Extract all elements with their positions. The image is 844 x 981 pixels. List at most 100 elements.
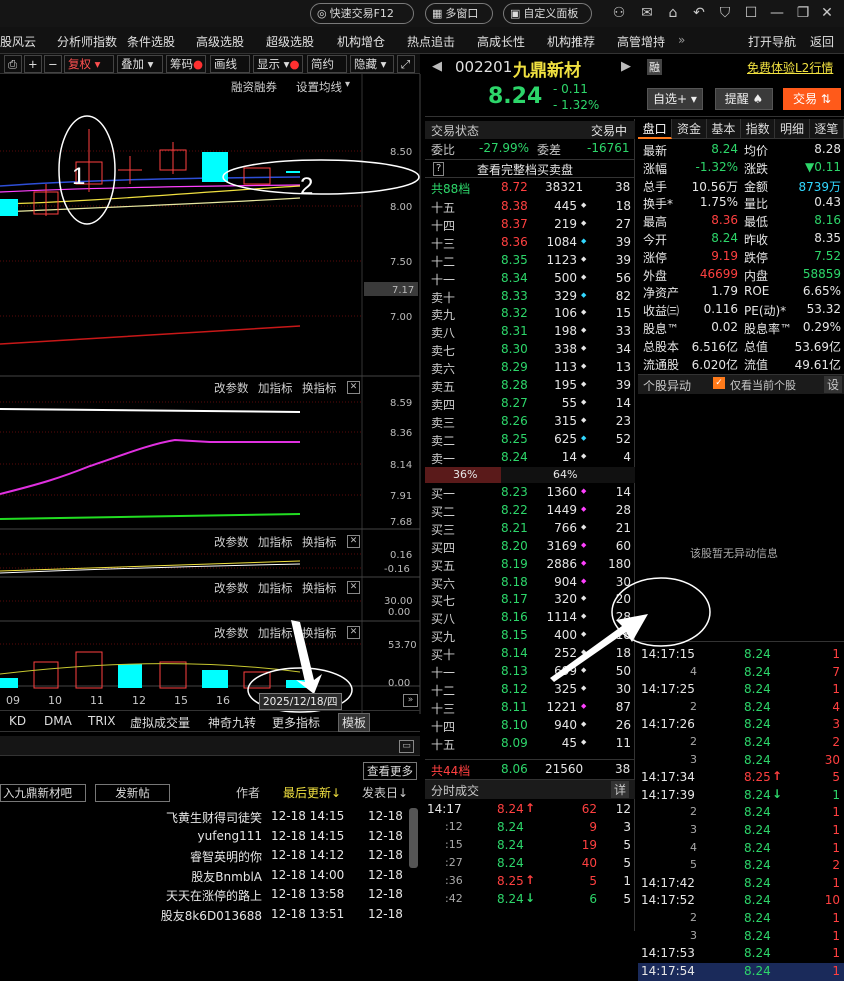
tab-trix[interactable]: TRIX	[88, 714, 115, 728]
open-nav-link[interactable]: 打开导航	[748, 33, 796, 50]
edit-params-link[interactable]: 改参数	[214, 580, 249, 596]
only-current-label[interactable]: 仅看当前个股	[730, 377, 796, 393]
close-icon[interactable]: ✕	[347, 535, 360, 548]
chevron-down-icon[interactable]: ▾	[345, 79, 350, 90]
simple-button[interactable]: 简约	[307, 55, 347, 73]
menu-item[interactable]: 机构推荐	[547, 33, 595, 50]
free-l2-link[interactable]: 免费体验L2行情	[747, 59, 833, 76]
menu-item[interactable]: 分析师指数	[57, 33, 117, 50]
switch-indicator-link[interactable]: 换指标	[302, 534, 337, 550]
add-indicator-link[interactable]: 加指标	[258, 580, 293, 596]
trade-button[interactable]: 交易 ⇅	[783, 88, 841, 110]
draw-line-button[interactable]: 画线	[210, 55, 250, 73]
view-more-button[interactable]: 查看更多	[363, 762, 417, 780]
quick-trade-button[interactable]: ◎ 快速交易F12	[310, 3, 414, 24]
undo-icon[interactable]: ↶	[690, 4, 708, 22]
menu-item[interactable]: 高管增持	[617, 33, 665, 50]
forum-row[interactable]: 天天在涨停的路上 12-18 13:58 12-18	[0, 886, 406, 905]
add-indicator-link[interactable]: 加指标	[258, 625, 293, 641]
custom-panel-button[interactable]: ▣ 自定义面板	[503, 3, 592, 24]
set-ma-link[interactable]: 设置均线	[296, 79, 342, 95]
minimize-icon[interactable]: —	[768, 4, 786, 22]
fullscreen-icon[interactable]: ⤢	[397, 55, 415, 73]
multi-window-button[interactable]: ▦ 多窗口	[425, 3, 493, 24]
skin-icon[interactable]: ⛉	[716, 4, 734, 22]
chips-button[interactable]: 筹码●	[166, 55, 206, 73]
level-volume: 766	[554, 520, 577, 535]
adjust-button[interactable]: 复权 ▾	[64, 55, 114, 73]
edit-params-link[interactable]: 改参数	[214, 625, 249, 641]
switch-indicator-link[interactable]: 换指标	[302, 625, 337, 641]
edit-params-link[interactable]: 改参数	[214, 380, 249, 396]
quote-tab[interactable]: 盘口	[638, 119, 673, 139]
forum-row[interactable]: 股友8k6D013688 12-18 13:51 12-18	[0, 906, 406, 925]
prev-stock-icon[interactable]: ◀	[432, 59, 442, 74]
display-button[interactable]: 显示 ▾●	[253, 55, 303, 73]
forum-row[interactable]: yufeng111 12-18 14:15 12-18	[0, 828, 406, 847]
box-icon[interactable]: ☐	[742, 4, 760, 22]
order-level: 卖三 8.26 315 ◆ 23	[425, 413, 635, 431]
tab-template[interactable]: 模板	[338, 713, 371, 732]
fenshi-time: 14:17	[427, 802, 462, 816]
menu-item[interactable]: 热点追击	[407, 33, 455, 50]
switch-indicator-link[interactable]: 换指标	[302, 580, 337, 596]
tab-dma[interactable]: DMA	[44, 714, 72, 728]
quote-tab[interactable]: 逐笔	[810, 119, 844, 139]
fenshi-time: :12	[445, 820, 463, 833]
quote-tab[interactable]: 资金	[672, 119, 707, 139]
overlay-button[interactable]: 叠加 ▾	[117, 55, 163, 73]
updated-header[interactable]: 最后更新↓	[283, 784, 341, 801]
switch-indicator-link[interactable]: 换指标	[302, 380, 337, 396]
menu-item[interactable]: 条件选股	[127, 33, 175, 50]
tab-virtual-volume[interactable]: 虚拟成交量	[130, 714, 190, 731]
menu-item[interactable]: 机构增仓	[337, 33, 385, 50]
minimize-panel-icon[interactable]: ▭	[399, 740, 414, 753]
full-book-row[interactable]: ? 查看完整档买卖盘	[425, 159, 635, 178]
checkbox-icon[interactable]: ✓	[713, 377, 725, 389]
new-post-button[interactable]: 发新帖	[95, 784, 170, 802]
post-date-header[interactable]: 发表日↓	[362, 784, 408, 801]
close-icon[interactable]: ✕	[347, 581, 360, 594]
forum-row[interactable]: 睿智英明的你 12-18 14:12 12-18	[0, 847, 406, 866]
add-indicator-link[interactable]: 加指标	[258, 380, 293, 396]
help-icon[interactable]: ?	[433, 162, 445, 176]
tab-more-indicators[interactable]: 更多指标	[272, 714, 320, 731]
add-indicator-link[interactable]: 加指标	[258, 534, 293, 550]
edit-params-link[interactable]: 改参数	[214, 534, 249, 550]
quote-tab[interactable]: 明细	[775, 119, 810, 139]
menu-more[interactable]: »	[678, 33, 685, 47]
forum-scrollbar[interactable]	[409, 808, 418, 868]
fenshi-detail-button[interactable]: 详	[611, 781, 630, 798]
lock-icon[interactable]: ⎙	[4, 55, 22, 73]
user-icon[interactable]: ⚇	[610, 4, 628, 22]
stock-bar-input[interactable]: 入九鼎新材吧	[0, 784, 86, 802]
zoom-out-icon[interactable]: −	[44, 55, 62, 73]
close-icon[interactable]: ✕	[818, 4, 836, 22]
mail-icon[interactable]: ✉	[638, 4, 656, 22]
menu-item[interactable]: 股风云	[0, 33, 36, 50]
close-icon[interactable]: ✕	[347, 626, 360, 639]
annotation-ellipse-ticks	[611, 577, 711, 647]
alert-button[interactable]: 提醒 ♠	[715, 88, 773, 110]
anomaly-settings-button[interactable]: 设	[824, 376, 843, 393]
add-watchlist-button[interactable]: 自选+ ▾	[647, 88, 703, 110]
close-icon[interactable]: ✕	[347, 381, 360, 394]
menu-item[interactable]: 高成长性	[477, 33, 525, 50]
hide-button[interactable]: 隐藏 ▾	[350, 55, 394, 73]
forum-row[interactable]: 飞黄生财得司徒笑 12-18 14:15 12-18	[0, 808, 406, 827]
zoom-in-icon[interactable]: +	[24, 55, 42, 73]
back-link[interactable]: 返回	[810, 33, 834, 50]
expand-icon[interactable]: »	[403, 694, 418, 707]
quote-tab[interactable]: 基本	[707, 119, 741, 139]
tab-magic-nine[interactable]: 神奇九转	[208, 714, 256, 731]
forum-row[interactable]: 股友BnmblA 12-18 14:00 12-18	[0, 867, 406, 886]
next-stock-icon[interactable]: ▶	[621, 59, 631, 74]
menu-item[interactable]: 超级选股	[266, 33, 314, 50]
quote-tab[interactable]: 指数	[741, 119, 776, 139]
full-book-link[interactable]: 查看完整档买卖盘	[477, 161, 573, 178]
margin-trading-link[interactable]: 融资融券	[231, 79, 277, 95]
menu-item[interactable]: 高级选股	[196, 33, 244, 50]
home-icon[interactable]: ⌂	[664, 4, 682, 22]
restore-icon[interactable]: ❐	[794, 4, 812, 22]
tab-kd[interactable]: KD	[9, 714, 26, 728]
